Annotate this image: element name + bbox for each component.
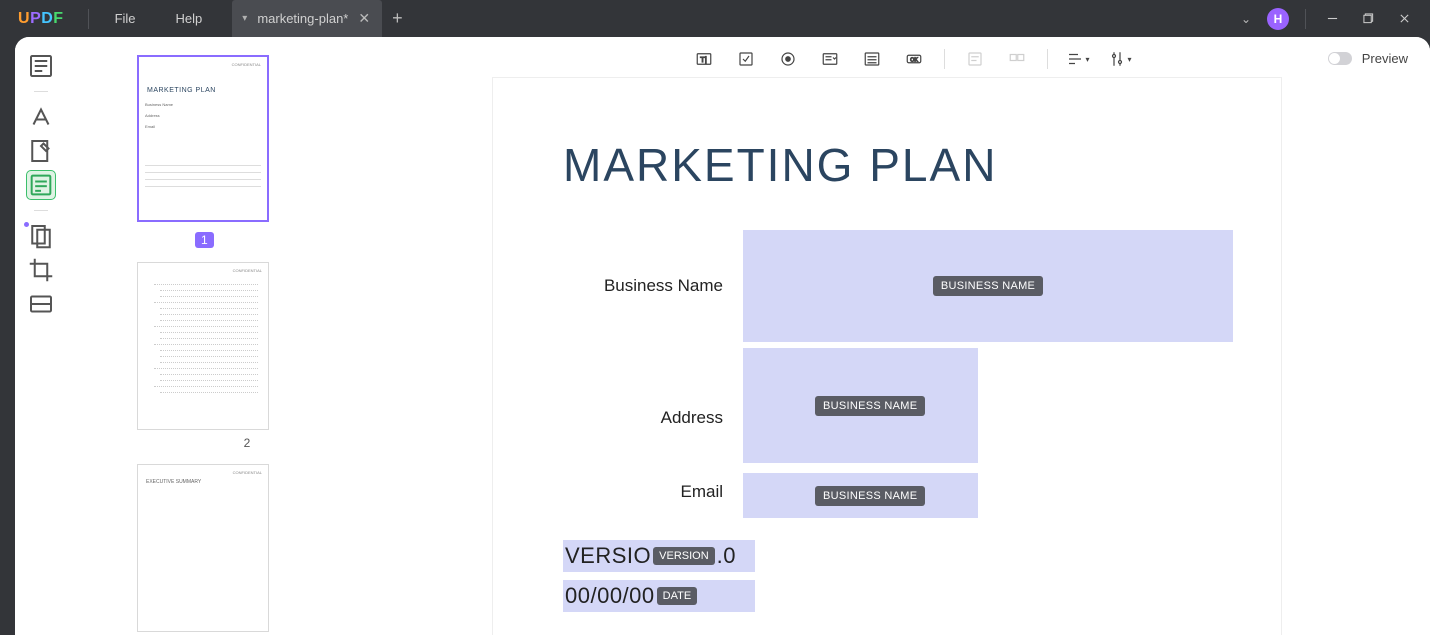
- align-tool[interactable]: ▾: [1066, 47, 1090, 71]
- date-text: 00/00/00: [565, 583, 655, 609]
- redact-icon[interactable]: [26, 289, 56, 319]
- avatar[interactable]: H: [1267, 8, 1289, 30]
- preview-toggle[interactable]: [1328, 52, 1352, 65]
- tab-dropdown-icon[interactable]: ▾: [242, 13, 247, 24]
- svg-text:T|: T|: [700, 55, 707, 64]
- field-label-address: Address: [563, 380, 743, 428]
- version-text-prefix: VERSIO: [565, 543, 651, 569]
- document-title: MARKETING PLAN: [563, 138, 1281, 192]
- listbox-tool[interactable]: [860, 47, 884, 71]
- form-field-email[interactable]: BUSINESS NAME: [743, 473, 978, 518]
- indicator-dot: [24, 222, 29, 227]
- menu-help[interactable]: Help: [156, 11, 223, 26]
- preview-toggle-group: Preview: [1328, 51, 1408, 66]
- text-field-tool[interactable]: T|: [692, 47, 716, 71]
- toolbar-separator: [944, 49, 945, 69]
- version-text-suffix: .0: [717, 543, 736, 569]
- checkbox-tool[interactable]: [734, 47, 758, 71]
- menu-file[interactable]: File: [95, 11, 156, 26]
- reader-mode-icon[interactable]: [26, 51, 56, 81]
- document-tab[interactable]: ▾ marketing-plan* ✕: [232, 0, 382, 37]
- form-mode-icon[interactable]: [26, 170, 56, 200]
- organize-pages-icon[interactable]: [26, 221, 56, 251]
- form-field-business-name[interactable]: BUSINESS NAME: [743, 230, 1233, 342]
- form-settings-tool[interactable]: ▾: [1108, 47, 1132, 71]
- page-thumbnail-2[interactable]: CONFIDENTIAL: [137, 262, 269, 430]
- thumbnail-confidential: CONFIDENTIAL: [145, 62, 261, 67]
- form-field-address[interactable]: BUSINESS NAME: [743, 348, 978, 463]
- svg-text:OK: OK: [910, 57, 918, 63]
- divider: [1305, 9, 1306, 29]
- form-toolbar: T| OK: [357, 47, 1430, 71]
- window-close-button[interactable]: [1388, 5, 1420, 33]
- field-tag: DATE: [657, 587, 698, 605]
- highlight-icon[interactable]: [26, 102, 56, 132]
- toolbar-separator: [1047, 49, 1048, 69]
- signature-tool[interactable]: [963, 47, 987, 71]
- page-thumbnail-3[interactable]: CONFIDENTIAL EXECUTIVE SUMMARY: [137, 464, 269, 632]
- image-field-tool[interactable]: [1005, 47, 1029, 71]
- thumbnail-label-2: 2: [137, 436, 357, 450]
- thumbnail-label-1: 1: [195, 232, 214, 248]
- rail-separator: [34, 91, 48, 92]
- field-tag: VERSION: [653, 547, 715, 565]
- add-tab-button[interactable]: +: [382, 8, 413, 29]
- left-tool-rail: [15, 37, 67, 635]
- tab-close-icon[interactable]: ✕: [358, 10, 370, 27]
- crop-icon[interactable]: [26, 255, 56, 285]
- field-tag: BUSINESS NAME: [933, 276, 1043, 296]
- field-tag: BUSINESS NAME: [815, 486, 925, 506]
- rail-separator: [34, 210, 48, 211]
- tab-title: marketing-plan*: [257, 11, 348, 26]
- preview-label: Preview: [1362, 51, 1408, 66]
- chevron-down-icon[interactable]: ⌄: [1231, 8, 1261, 30]
- thumbnail-section-title: EXECUTIVE SUMMARY: [146, 479, 262, 485]
- document-canvas: T| OK: [357, 37, 1430, 635]
- app-logo: UPDF: [0, 10, 82, 28]
- titlebar: UPDF File Help ▾ marketing-plan* ✕ + ⌄ H: [0, 0, 1430, 37]
- edit-text-icon[interactable]: [26, 136, 56, 166]
- document-page[interactable]: MARKETING PLAN Business Name BUSINESS NA…: [492, 77, 1282, 635]
- thumbnail-panel: CONFIDENTIAL MARKETING PLAN Business Nam…: [67, 37, 357, 635]
- window-controls: ⌄ H: [1231, 5, 1430, 33]
- window-minimize-button[interactable]: [1316, 5, 1348, 33]
- button-tool[interactable]: OK: [902, 47, 926, 71]
- page-thumbnail-1[interactable]: CONFIDENTIAL MARKETING PLAN Business Nam…: [137, 55, 269, 222]
- field-tag: BUSINESS NAME: [815, 396, 925, 416]
- thumbnail-confidential: CONFIDENTIAL: [144, 470, 262, 475]
- thumbnail-title: MARKETING PLAN: [147, 87, 261, 94]
- form-field-version[interactable]: VERSIO VERSION .0: [563, 540, 755, 572]
- dropdown-tool[interactable]: [818, 47, 842, 71]
- field-label-email: Email: [563, 482, 743, 502]
- field-label-business-name: Business Name: [563, 276, 743, 296]
- radio-tool[interactable]: [776, 47, 800, 71]
- app-body: CONFIDENTIAL MARKETING PLAN Business Nam…: [15, 37, 1430, 635]
- divider: [88, 9, 89, 29]
- window-maximize-button[interactable]: [1352, 5, 1384, 33]
- form-field-date[interactable]: 00/00/00 DATE: [563, 580, 755, 612]
